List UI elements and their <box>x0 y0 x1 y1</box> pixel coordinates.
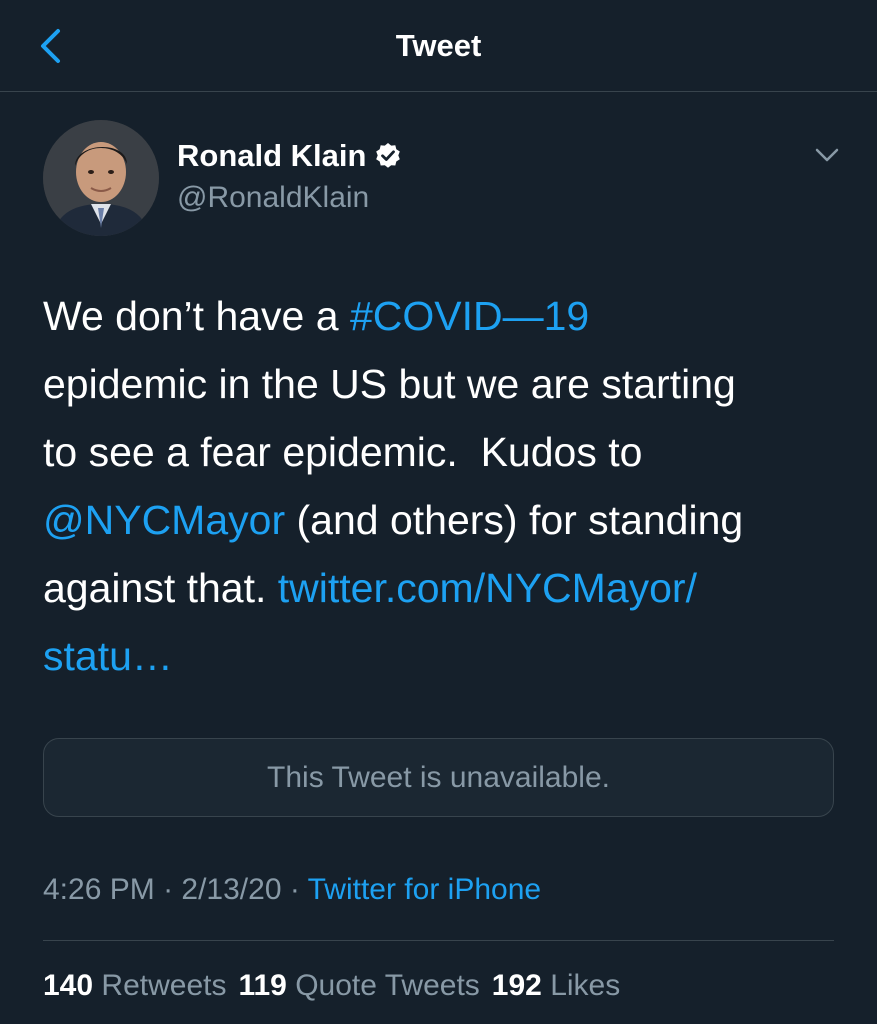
author-name-row[interactable]: Ronald Klain <box>177 136 402 176</box>
tweet-source-link[interactable]: Twitter for iPhone <box>308 873 541 906</box>
avatar[interactable] <box>43 120 159 236</box>
tweet-text: We don’t have a #COVID—19 epidemic in th… <box>43 282 843 690</box>
separator: · <box>154 873 182 906</box>
retweets-stat[interactable]: 140 Retweets <box>43 969 226 1002</box>
separator: · <box>281 873 308 906</box>
avatar-image <box>43 120 159 236</box>
tweet-text-part: epidemic in the US but we are starting t… <box>43 361 736 475</box>
tweet-text-part: We don’t have a <box>43 293 350 339</box>
chevron-down-icon <box>815 148 839 162</box>
tweet-time: 4:26 PM <box>43 873 155 906</box>
author-name: Ronald Klain <box>177 138 367 173</box>
quoted-tweet-unavailable[interactable]: This Tweet is unavailable. <box>43 738 834 817</box>
retweets-count: 140 <box>43 969 94 1002</box>
top-nav-bar: Tweet <box>0 0 877 92</box>
likes-stat[interactable]: 192 Likes <box>492 969 620 1002</box>
likes-label: Likes <box>550 969 621 1002</box>
tweet-date: 2/13/20 <box>181 873 282 906</box>
unavailable-message: This Tweet is unavailable. <box>267 760 610 794</box>
verified-badge-icon <box>374 142 402 170</box>
mention-link[interactable]: @NYCMayor <box>43 497 285 543</box>
divider <box>43 940 834 941</box>
likes-count: 192 <box>491 969 542 1002</box>
tweet-options-button[interactable] <box>810 138 844 172</box>
tweet-stats: 140 Retweets 119 Quote Tweets 192 Likes <box>43 966 632 1006</box>
quote-tweets-stat[interactable]: 119 Quote Tweets <box>238 969 479 1002</box>
page-title: Tweet <box>395 28 482 63</box>
author-handle[interactable]: @RonaldKlain <box>177 178 369 218</box>
retweets-label: Retweets <box>101 969 227 1002</box>
tweet-metadata: 4:26 PM · 2/13/20 · Twitter for iPhone <box>43 870 541 910</box>
quote-tweets-label: Quote Tweets <box>295 969 480 1002</box>
hashtag-link[interactable]: #COVID—19 <box>350 293 589 339</box>
quote-tweets-count: 119 <box>238 969 287 1002</box>
